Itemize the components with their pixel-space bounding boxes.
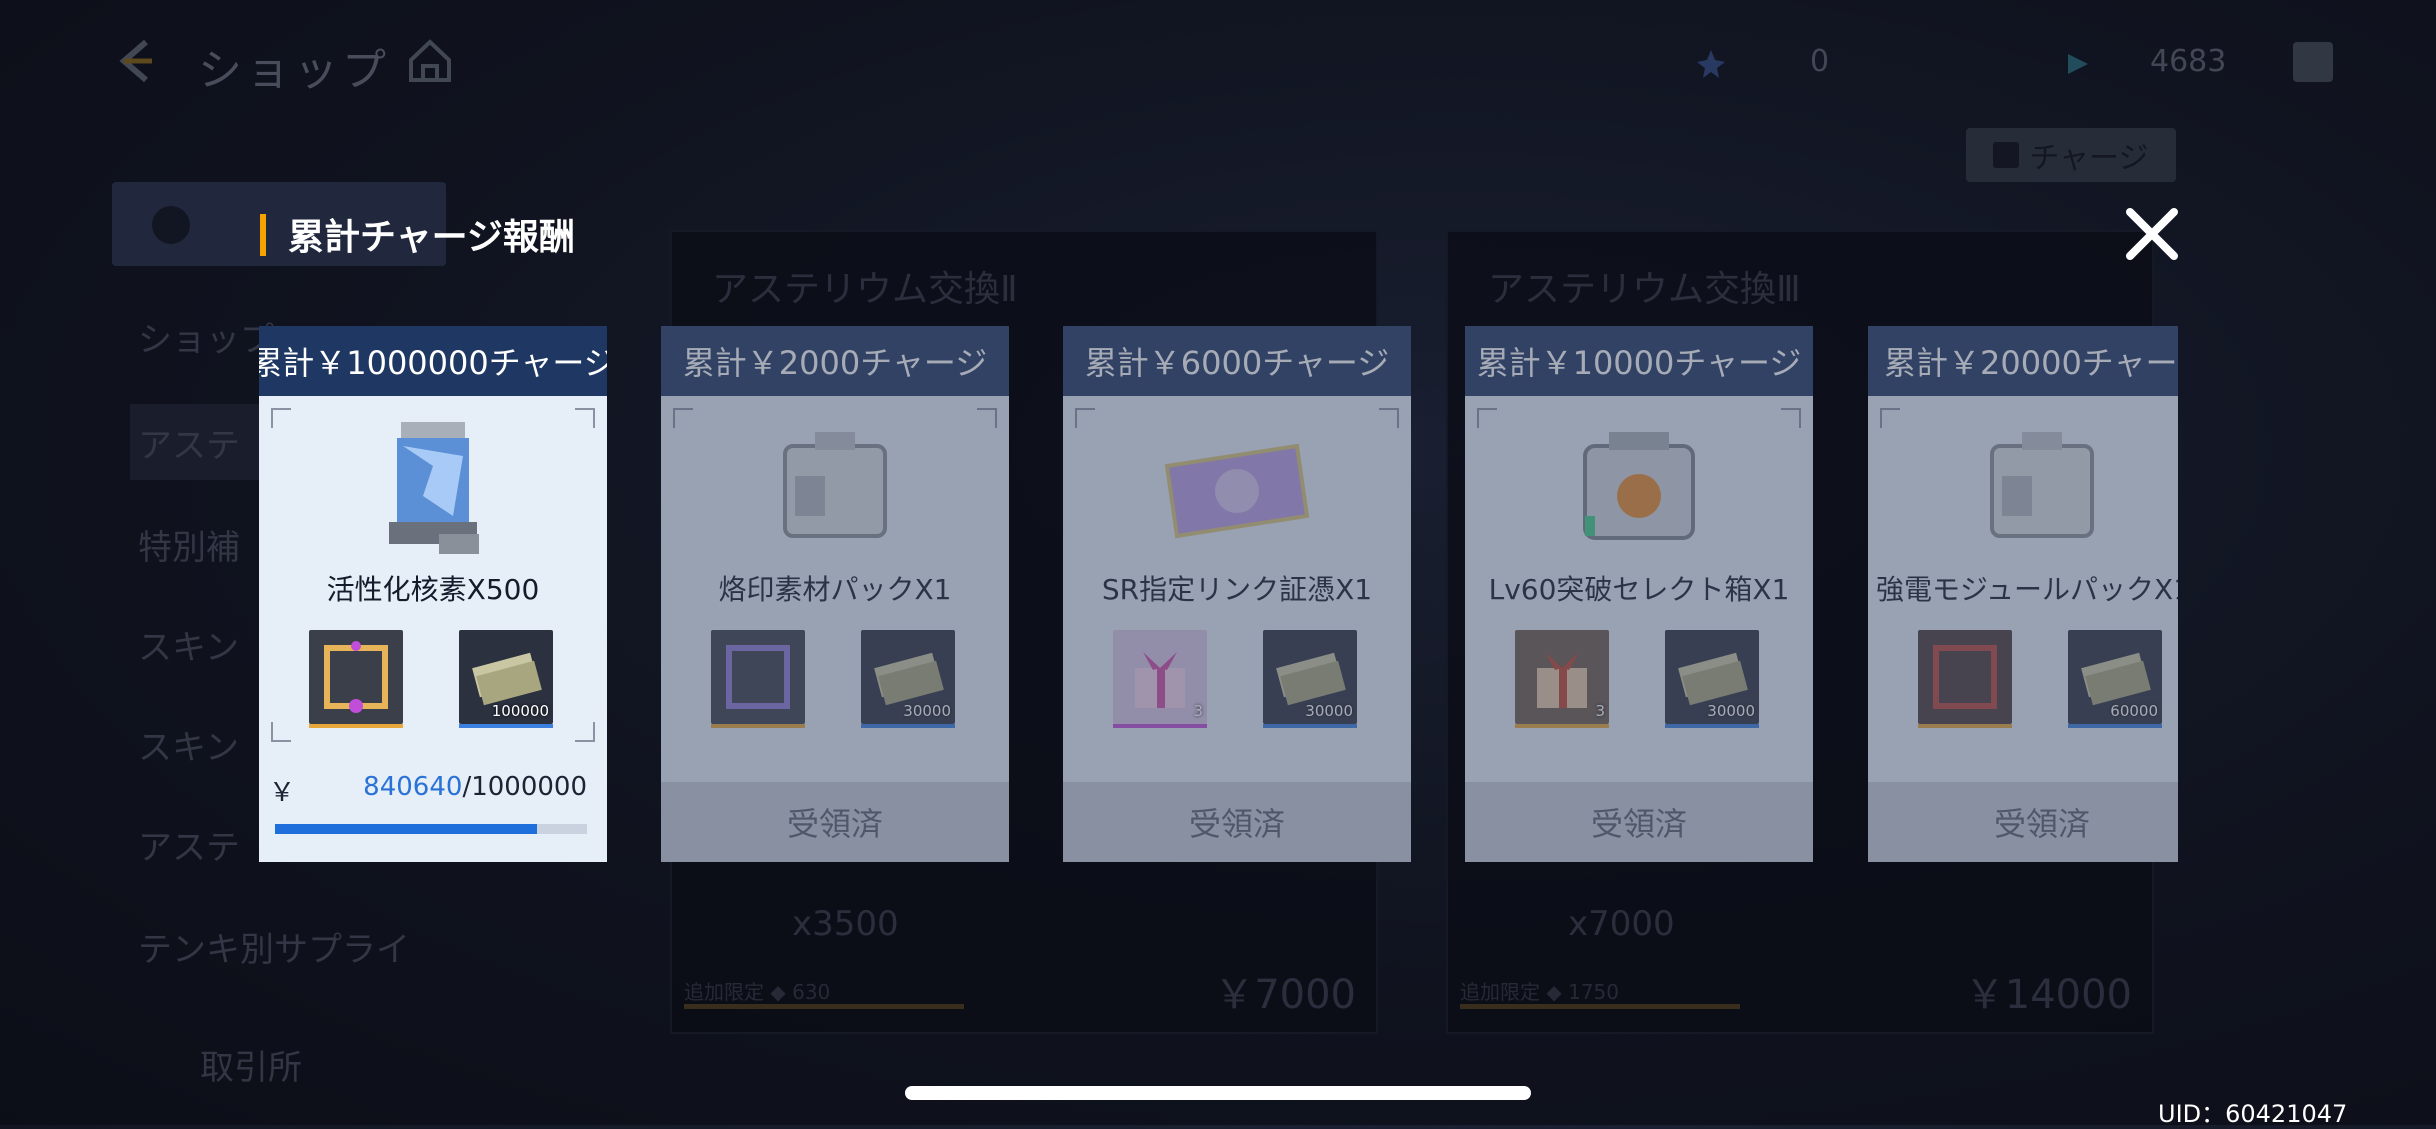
claimed-dim-overlay bbox=[661, 326, 1009, 862]
claimed-dim-overlay bbox=[1465, 326, 1813, 862]
progress-text: 840640/1000000 bbox=[363, 772, 587, 802]
crystal-container-icon bbox=[389, 422, 479, 554]
reward-header: 累計￥1000000チャージ bbox=[259, 326, 607, 396]
reward-card[interactable]: 累計￥1000000チャージ 活性化核素X500 100000 ￥ 840640… bbox=[259, 326, 607, 862]
reward-scroll-clip: 累計￥20000チャージ 強電モジュールパックX1 60000 受領済 bbox=[1868, 326, 2178, 866]
reward-card[interactable]: 累計￥6000チャージ SR指定リンク証憑X1 3 30000 受領済 bbox=[1063, 326, 1411, 862]
reward-sub-item[interactable] bbox=[309, 630, 403, 728]
rarity-underline bbox=[459, 724, 553, 728]
rarity-underline bbox=[309, 724, 403, 728]
golden-frame-icon bbox=[324, 641, 388, 713]
claimed-dim-overlay bbox=[1063, 326, 1411, 862]
reward-sub-item[interactable]: 100000 bbox=[459, 630, 553, 728]
reward-card[interactable]: 累計￥10000チャージ Lv60突破セレクト箱X1 3 30000 受領済 bbox=[1465, 326, 1813, 862]
reward-body: 活性化核素X500 100000 ￥ 840640/1000000 bbox=[259, 396, 607, 862]
dialog-title: 累計チャージ報酬 bbox=[288, 217, 575, 258]
progress-fill bbox=[275, 824, 538, 834]
claimed-dim-overlay bbox=[1868, 326, 2178, 862]
progress-current: 840640 bbox=[363, 772, 463, 802]
reward-card[interactable]: 累計￥20000チャージ 強電モジュールパックX1 60000 受領済 bbox=[1868, 326, 2178, 862]
progress-total: /1000000 bbox=[462, 772, 587, 802]
reward-header-label: 累計￥1000000チャージ bbox=[259, 344, 607, 382]
home-indicator[interactable] bbox=[905, 1086, 1531, 1100]
reward-card[interactable]: 累計￥2000チャージ 烙印素材パックX1 30000 受領済 bbox=[661, 326, 1009, 862]
charge-progress: ￥ 840640/1000000 bbox=[269, 772, 597, 812]
title-accent-bar bbox=[260, 214, 266, 256]
close-x-icon[interactable] bbox=[2122, 204, 2182, 264]
sub-item-qty: 100000 bbox=[491, 702, 549, 720]
progress-bar bbox=[275, 824, 587, 834]
user-id: UID：60421047 bbox=[2158, 1100, 2348, 1128]
yen-symbol: ￥ bbox=[269, 778, 296, 808]
reward-item-name: 活性化核素X500 bbox=[326, 573, 540, 606]
